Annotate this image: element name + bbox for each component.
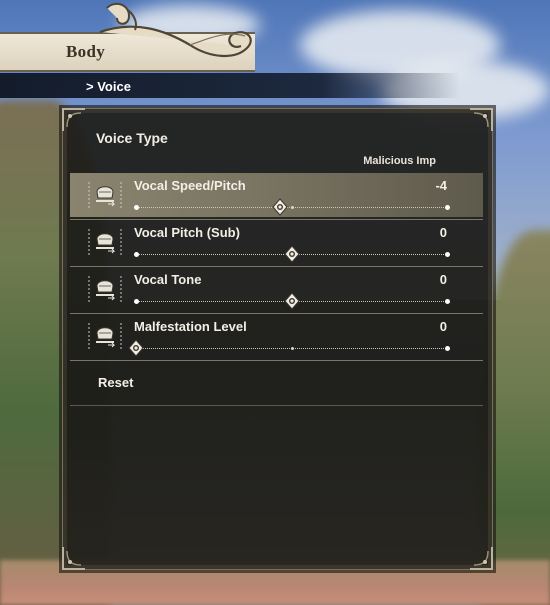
- slider-row-vocal-speed-pitch[interactable]: Vocal Speed/Pitch -4: [70, 173, 483, 217]
- slider-value: 0: [439, 272, 447, 287]
- corner-ornament-icon: [61, 107, 87, 133]
- page-title: Body: [66, 42, 105, 61]
- slider-value: 0: [439, 225, 447, 240]
- slider-value: 0: [439, 319, 447, 334]
- slider-min-dot: [134, 252, 139, 257]
- voice-type-label[interactable]: Voice Type: [96, 130, 168, 146]
- voice-pitch-icon: [86, 225, 124, 259]
- slider-center-mark: [291, 206, 294, 209]
- corner-ornament-icon: [61, 545, 87, 571]
- slider-row-vocal-tone[interactable]: Vocal Tone 0: [70, 267, 483, 311]
- slider-max-dot: [445, 205, 450, 210]
- malfestation-level-slider[interactable]: [128, 339, 450, 357]
- vocal-tone-slider[interactable]: [134, 292, 450, 310]
- slider-center-mark: [291, 347, 294, 350]
- vocal-speed-pitch-slider[interactable]: [134, 198, 450, 216]
- slider-label: Vocal Pitch (Sub): [134, 225, 240, 240]
- slider-thumb[interactable]: [284, 245, 300, 263]
- row-divider: [70, 360, 483, 361]
- slider-label: Vocal Speed/Pitch: [134, 178, 246, 193]
- malfestation-icon: [86, 319, 124, 353]
- slider-max-dot: [445, 299, 450, 304]
- corner-ornament-icon: [468, 107, 494, 133]
- scroll-ornament-icon: [99, 2, 252, 58]
- slider-value: -4: [435, 178, 447, 193]
- slider-max-dot: [445, 346, 450, 351]
- voice-type-value: Malicious Imp: [363, 155, 436, 167]
- slider-min-dot: [134, 299, 139, 304]
- slider-row-vocal-pitch-sub[interactable]: Vocal Pitch (Sub) 0: [70, 220, 483, 264]
- vocal-pitch-sub-slider[interactable]: [134, 245, 450, 263]
- voice-tone-icon: [86, 272, 124, 306]
- slider-min-dot: [134, 205, 139, 210]
- voice-speed-icon: [86, 178, 124, 212]
- reset-button[interactable]: Reset: [98, 375, 133, 390]
- corner-ornament-icon: [468, 545, 494, 571]
- slider-thumb[interactable]: [271, 198, 288, 216]
- slider-row-malfestation-level[interactable]: Malfestation Level 0: [70, 314, 483, 358]
- slider-thumb[interactable]: [284, 292, 300, 310]
- breadcrumb[interactable]: > Voice: [86, 79, 131, 94]
- slider-thumb[interactable]: [128, 339, 144, 357]
- slider-label: Vocal Tone: [134, 272, 202, 287]
- breadcrumb-bar: [0, 73, 460, 98]
- slider-max-dot: [445, 252, 450, 257]
- row-divider: [70, 405, 483, 406]
- slider-label: Malfestation Level: [134, 319, 247, 334]
